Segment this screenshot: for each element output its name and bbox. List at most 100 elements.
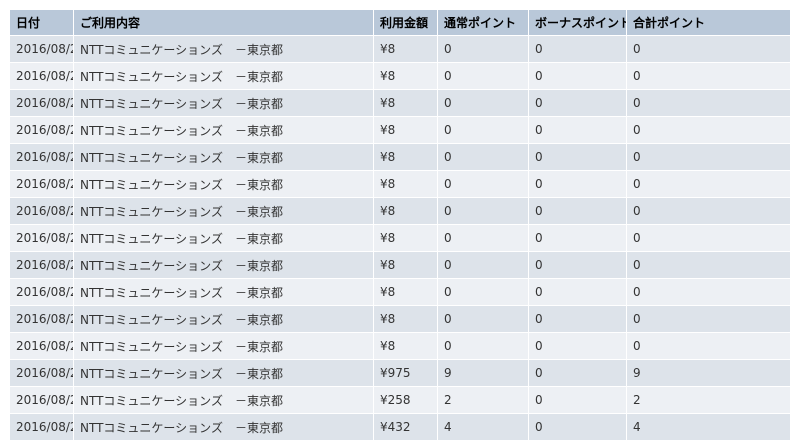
cell-date: 2016/08/26 [9, 116, 74, 144]
table-row: 2016/08/26NTTコミュニケーションズ －東京都¥432404 [9, 413, 791, 441]
cell-normal-points: 0 [437, 35, 529, 63]
cell-amount: ¥8 [373, 170, 438, 198]
cell-amount: ¥8 [373, 197, 438, 225]
cell-date: 2016/08/26 [9, 305, 74, 333]
cell-normal-points: 0 [437, 278, 529, 306]
cell-amount: ¥432 [373, 413, 438, 441]
table-row: 2016/08/26NTTコミュニケーションズ －東京都¥258202 [9, 386, 791, 414]
cell-description: NTTコミュニケーションズ －東京都 [73, 62, 374, 90]
cell-amount: ¥8 [373, 116, 438, 144]
cell-description: NTTコミュニケーションズ －東京都 [73, 116, 374, 144]
header-total-points: 合計ポイント [626, 9, 791, 36]
cell-amount: ¥8 [373, 143, 438, 171]
table-row: 2016/08/26NTTコミュニケーションズ －東京都¥8000 [9, 170, 791, 198]
cell-normal-points: 0 [437, 116, 529, 144]
cell-date: 2016/08/26 [9, 89, 74, 117]
cell-date: 2016/08/26 [9, 332, 74, 360]
cell-total-points: 0 [626, 305, 791, 333]
cell-normal-points: 0 [437, 62, 529, 90]
cell-total-points: 0 [626, 224, 791, 252]
cell-normal-points: 0 [437, 332, 529, 360]
table-row: 2016/08/26NTTコミュニケーションズ －東京都¥8000 [9, 89, 791, 117]
table-row: 2016/08/26NTTコミュニケーションズ －東京都¥8000 [9, 62, 791, 90]
table-row: 2016/08/26NTTコミュニケーションズ －東京都¥8000 [9, 251, 791, 279]
cell-description: NTTコミュニケーションズ －東京都 [73, 332, 374, 360]
table-row: 2016/08/26NTTコミュニケーションズ －東京都¥8000 [9, 332, 791, 360]
cell-date: 2016/08/26 [9, 413, 74, 441]
cell-date: 2016/08/26 [9, 278, 74, 306]
cell-bonus-points: 0 [528, 413, 627, 441]
cell-normal-points: 2 [437, 386, 529, 414]
cell-total-points: 0 [626, 332, 791, 360]
cell-normal-points: 0 [437, 89, 529, 117]
table-row: 2016/08/26NTTコミュニケーションズ －東京都¥8000 [9, 116, 791, 144]
cell-total-points: 0 [626, 278, 791, 306]
cell-description: NTTコミュニケーションズ －東京都 [73, 89, 374, 117]
header-row: 日付 ご利用内容 利用金額 通常ポイント ボーナスポイント 合計ポイント [9, 9, 791, 36]
cell-amount: ¥8 [373, 224, 438, 252]
cell-bonus-points: 0 [528, 143, 627, 171]
cell-amount: ¥975 [373, 359, 438, 387]
cell-description: NTTコミュニケーションズ －東京都 [73, 224, 374, 252]
header-amount: 利用金額 [373, 9, 438, 36]
table-row: 2016/08/26NTTコミュニケーションズ －東京都¥8000 [9, 224, 791, 252]
cell-date: 2016/08/26 [9, 386, 74, 414]
cell-bonus-points: 0 [528, 35, 627, 63]
cell-amount: ¥8 [373, 35, 438, 63]
cell-normal-points: 0 [437, 197, 529, 225]
cell-normal-points: 0 [437, 143, 529, 171]
header-normal-points: 通常ポイント [437, 9, 529, 36]
cell-bonus-points: 0 [528, 386, 627, 414]
cell-bonus-points: 0 [528, 116, 627, 144]
cell-normal-points: 4 [437, 413, 529, 441]
cell-bonus-points: 0 [528, 251, 627, 279]
cell-bonus-points: 0 [528, 62, 627, 90]
cell-description: NTTコミュニケーションズ －東京都 [73, 35, 374, 63]
cell-total-points: 0 [626, 197, 791, 225]
header-bonus-points: ボーナスポイント [528, 9, 627, 36]
table-row: 2016/08/26NTTコミュニケーションズ －東京都¥8000 [9, 305, 791, 333]
cell-normal-points: 0 [437, 170, 529, 198]
cell-normal-points: 0 [437, 251, 529, 279]
cell-bonus-points: 0 [528, 278, 627, 306]
cell-normal-points: 0 [437, 305, 529, 333]
cell-amount: ¥8 [373, 278, 438, 306]
cell-date: 2016/08/26 [9, 62, 74, 90]
cell-description: NTTコミュニケーションズ －東京都 [73, 251, 374, 279]
cell-total-points: 0 [626, 35, 791, 63]
table-row: 2016/08/26NTTコミュニケーションズ －東京都¥8000 [9, 278, 791, 306]
cell-amount: ¥8 [373, 251, 438, 279]
cell-date: 2016/08/26 [9, 251, 74, 279]
header-description: ご利用内容 [73, 9, 374, 36]
cell-description: NTTコミュニケーションズ －東京都 [73, 413, 374, 441]
cell-total-points: 9 [626, 359, 791, 387]
cell-total-points: 0 [626, 170, 791, 198]
cell-bonus-points: 0 [528, 89, 627, 117]
cell-bonus-points: 0 [528, 224, 627, 252]
cell-total-points: 0 [626, 116, 791, 144]
cell-description: NTTコミュニケーションズ －東京都 [73, 386, 374, 414]
cell-description: NTTコミュニケーションズ －東京都 [73, 305, 374, 333]
cell-description: NTTコミュニケーションズ －東京都 [73, 170, 374, 198]
cell-description: NTTコミュニケーションズ －東京都 [73, 278, 374, 306]
cell-date: 2016/08/26 [9, 224, 74, 252]
cell-total-points: 0 [626, 143, 791, 171]
cell-description: NTTコミュニケーションズ －東京都 [73, 359, 374, 387]
cell-bonus-points: 0 [528, 197, 627, 225]
cell-bonus-points: 0 [528, 359, 627, 387]
cell-total-points: 0 [626, 251, 791, 279]
cell-total-points: 0 [626, 89, 791, 117]
cell-amount: ¥8 [373, 62, 438, 90]
table-row: 2016/08/26NTTコミュニケーションズ －東京都¥975909 [9, 359, 791, 387]
cell-date: 2016/08/26 [9, 197, 74, 225]
table-row: 2016/08/26NTTコミュニケーションズ －東京都¥8000 [9, 197, 791, 225]
cell-date: 2016/08/26 [9, 143, 74, 171]
table-body: 2016/08/26NTTコミュニケーションズ －東京都¥80002016/08… [9, 35, 791, 441]
cell-date: 2016/08/26 [9, 170, 74, 198]
cell-description: NTTコミュニケーションズ －東京都 [73, 143, 374, 171]
cell-total-points: 0 [626, 62, 791, 90]
cell-amount: ¥8 [373, 89, 438, 117]
cell-amount: ¥258 [373, 386, 438, 414]
cell-amount: ¥8 [373, 305, 438, 333]
table-header: 日付 ご利用内容 利用金額 通常ポイント ボーナスポイント 合計ポイント [9, 9, 791, 36]
